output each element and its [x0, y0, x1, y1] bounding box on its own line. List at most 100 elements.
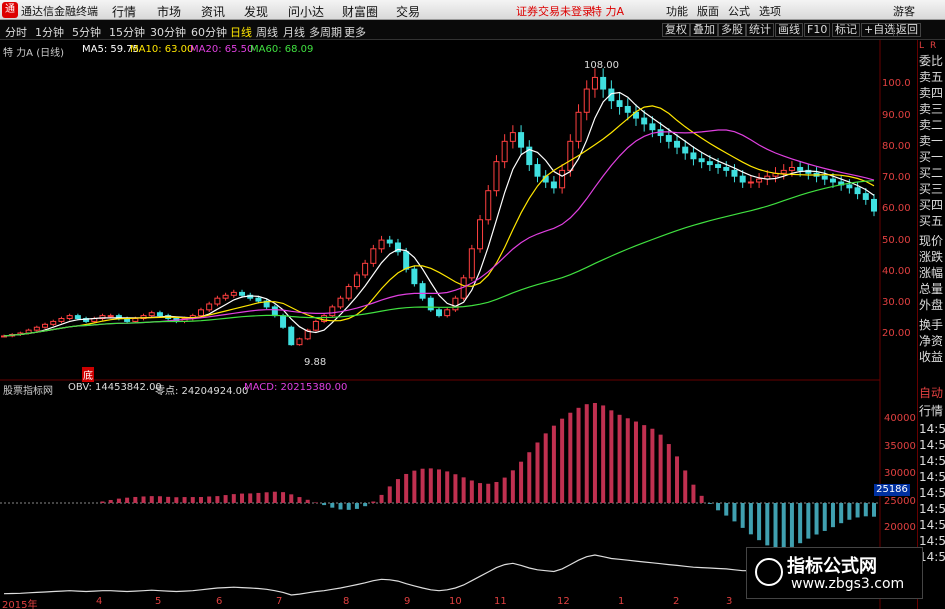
- candle-body: [345, 286, 352, 299]
- candle-body: [682, 146, 689, 154]
- indicator-bar: [781, 503, 786, 550]
- indicator-bar: [675, 456, 680, 503]
- indicator-bar: [149, 496, 154, 503]
- legend-ma60: MA60: 68.09: [250, 44, 314, 55]
- candle-body: [756, 178, 763, 183]
- candle-body: [239, 291, 246, 296]
- candle-body: [477, 219, 484, 250]
- period-15min[interactable]: 15分钟: [109, 24, 145, 40]
- side-change: 涨跌: [919, 250, 944, 264]
- btn-multi-stock[interactable]: 多股: [718, 23, 746, 37]
- indicator-bar: [789, 503, 794, 547]
- obv-line: [3, 554, 875, 596]
- indicator-bar: [830, 503, 835, 528]
- indicator-bar: [683, 470, 688, 503]
- menu-news[interactable]: 资讯: [201, 3, 225, 20]
- indicator-bar: [100, 501, 105, 503]
- period-monthly[interactable]: 月线: [283, 24, 305, 40]
- btn-adjust[interactable]: 复权: [662, 23, 690, 37]
- price-tick-60: 60.00: [882, 203, 911, 214]
- indicator-bar: [231, 494, 236, 503]
- x-tick-6: 6: [216, 596, 223, 607]
- menu-trade[interactable]: 交易: [396, 3, 420, 20]
- btn-f10[interactable]: F10: [804, 23, 831, 37]
- sub-tick-40000: 40000: [884, 413, 916, 424]
- btn-stats[interactable]: 统计: [746, 23, 774, 37]
- btn-draw[interactable]: 画线: [775, 23, 803, 37]
- indicator-bar: [592, 403, 597, 503]
- candle-body: [723, 166, 730, 171]
- menu-discover[interactable]: 发现: [244, 3, 268, 20]
- menu-layout[interactable]: 版面: [697, 3, 719, 19]
- candle-body: [58, 318, 65, 322]
- indicator-bar: [305, 499, 310, 503]
- period-60min[interactable]: 60分钟: [191, 24, 227, 40]
- indicator-bar: [437, 469, 441, 503]
- indicator-bar: [198, 497, 203, 503]
- candle-body: [444, 309, 451, 317]
- period-5min[interactable]: 5分钟: [72, 24, 101, 40]
- side-tick-time: 14:50: [919, 422, 945, 436]
- x-tick-1: 1: [618, 596, 625, 607]
- sub-legend-title: 股票指标网: [3, 386, 53, 397]
- menu-market[interactable]: 市场: [157, 3, 181, 20]
- price-tick-90: 90.00: [882, 110, 911, 121]
- bottom-marker: 底: [82, 367, 94, 382]
- side-ticks-header[interactable]: 行情: [919, 402, 945, 419]
- btn-back[interactable]: 返回: [893, 23, 921, 37]
- side-top-r[interactable]: R: [930, 41, 945, 51]
- candle-body: [353, 274, 360, 288]
- period-more[interactable]: 更多: [344, 24, 366, 40]
- period-daily[interactable]: 日线: [230, 24, 252, 40]
- candle-body: [107, 315, 114, 318]
- watermark: 指标公式网 www.zbgs3.com: [746, 547, 923, 599]
- candle-body: [583, 88, 590, 113]
- indicator-bar: [502, 477, 507, 503]
- x-tick-9: 9: [404, 596, 411, 607]
- side-auto[interactable]: 自动: [919, 384, 945, 401]
- x-tick-2: 2: [673, 596, 680, 607]
- candle-body: [575, 111, 582, 142]
- menu-assistant[interactable]: 问小达: [288, 3, 324, 20]
- x-tick-3: 3: [726, 596, 733, 607]
- candle-body: [788, 166, 795, 171]
- indicator-bar: [166, 496, 171, 503]
- indicator-bar: [855, 503, 860, 518]
- period-intraday[interactable]: 分时: [5, 24, 27, 40]
- menu-quotes[interactable]: 行情: [112, 3, 136, 20]
- indicator-bar: [535, 442, 540, 503]
- btn-overlay[interactable]: 叠加: [690, 23, 718, 37]
- guest-user[interactable]: 游客: [893, 3, 915, 19]
- indicator-bar: [633, 421, 638, 503]
- candle-body: [690, 152, 697, 160]
- indicator-bar: [740, 503, 745, 528]
- indicator-bar: [798, 503, 803, 544]
- menu-function[interactable]: 功能: [666, 3, 688, 19]
- menu-wealth[interactable]: 财富圈: [342, 3, 378, 20]
- indicator-bar: [313, 502, 318, 503]
- period-1min[interactable]: 1分钟: [35, 24, 64, 40]
- price-tick-100: 100.0: [882, 78, 911, 89]
- candle-body: [649, 123, 656, 131]
- side-quote-panel: L R 委比 卖五 卖四 卖三 卖二 卖一 买一 买二 买三 买四 买五 现价 …: [917, 40, 945, 609]
- sub-tick-35000: 35000: [884, 441, 916, 452]
- candle-body: [271, 306, 278, 317]
- side-ask1: 卖一: [919, 134, 944, 148]
- period-30min[interactable]: 30分钟: [150, 24, 186, 40]
- period-multi[interactable]: 多周期: [309, 24, 342, 40]
- candle-body: [230, 291, 237, 296]
- period-weekly[interactable]: 周线: [256, 24, 278, 40]
- chart-area[interactable]: 特 力A (日线) MA5: 59.75 MA10: 63.00 MA20: 6…: [0, 40, 916, 609]
- candle-body: [624, 105, 631, 113]
- menu-options[interactable]: 选项: [759, 3, 781, 19]
- indicator-bar: [174, 497, 179, 503]
- menu-formula[interactable]: 公式: [728, 3, 750, 19]
- x-tick-7: 7: [276, 596, 283, 607]
- chart-svg[interactable]: [0, 40, 915, 609]
- indicator-bars: [100, 403, 876, 550]
- indicator-bar: [642, 425, 647, 503]
- candle-body: [33, 326, 40, 331]
- indicator-bar: [182, 497, 187, 503]
- btn-mark[interactable]: 标记: [832, 23, 860, 37]
- login-notice[interactable]: 证券交易未登录: [516, 3, 593, 19]
